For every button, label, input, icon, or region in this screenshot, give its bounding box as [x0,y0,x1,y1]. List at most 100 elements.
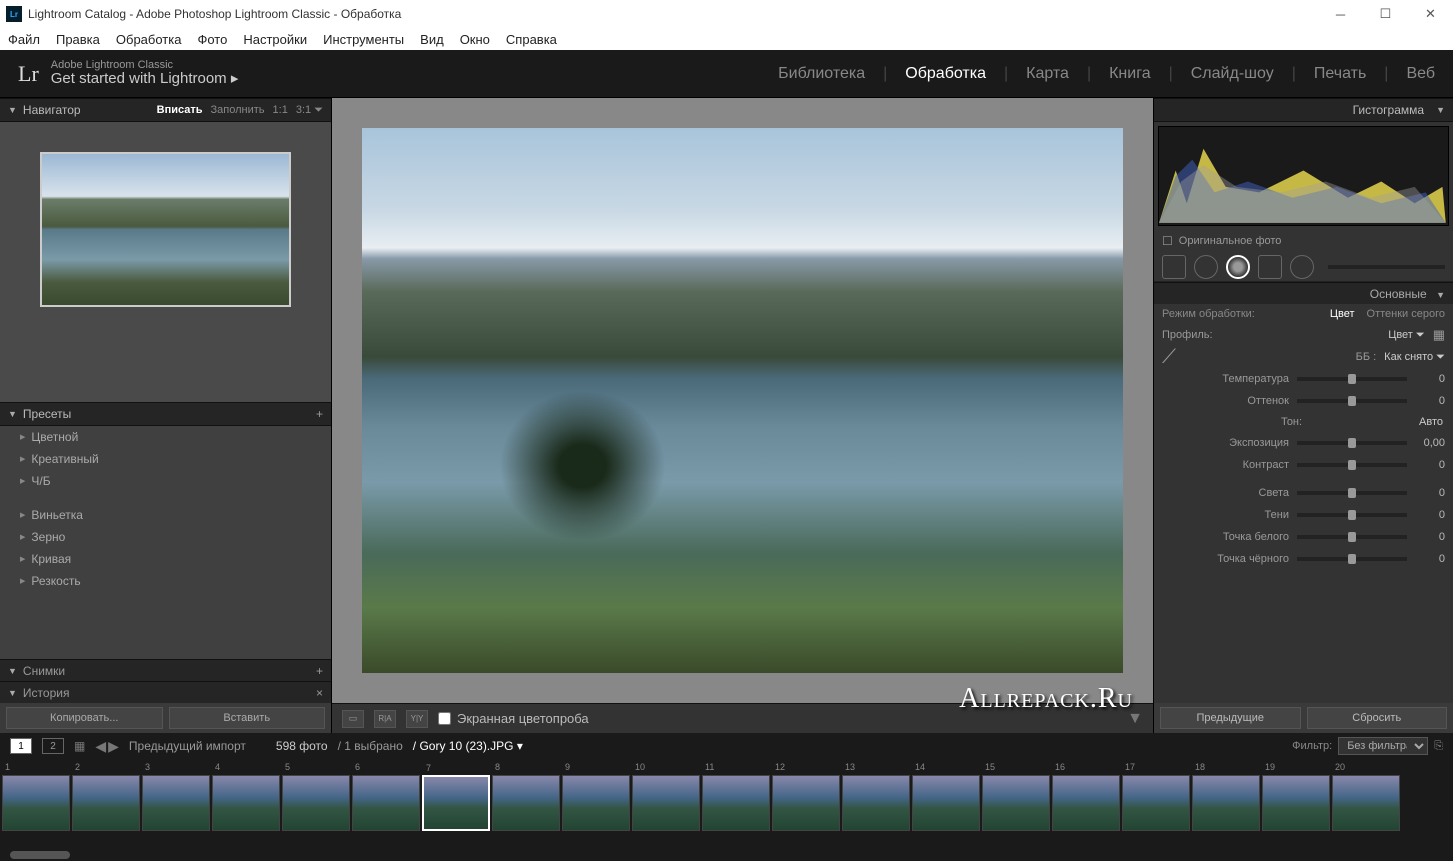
treatment-bw[interactable]: Оттенки серого [1367,308,1445,320]
thumbnail[interactable]: 16 [1052,775,1120,831]
main-image[interactable] [362,128,1123,673]
histogram-header[interactable]: Гистограмма ▼ [1154,98,1453,122]
module-Веб[interactable]: Веб [1406,65,1435,83]
thumbnail[interactable]: 2 [72,775,140,831]
nav-back-icon[interactable]: ◀ [95,738,106,755]
thumbnail[interactable]: 14 [912,775,980,831]
slider-track[interactable] [1297,535,1407,539]
slider-track[interactable] [1297,513,1407,517]
menu-Файл[interactable]: Файл [8,32,40,47]
slider-track[interactable] [1297,399,1407,403]
minimize-button[interactable]: ─ [1318,0,1363,28]
preset-Цветной[interactable]: Цветной [0,426,331,448]
profile-browser-icon[interactable]: ▦ [1433,327,1445,343]
thumbnail[interactable]: 12 [772,775,840,831]
menu-Окно[interactable]: Окно [460,32,490,47]
thumbnail[interactable]: 20 [1332,775,1400,831]
before-after-tb-button[interactable]: Y|Y [406,710,428,728]
thumbnail[interactable]: 17 [1122,775,1190,831]
navigator-preview[interactable] [0,122,331,402]
module-Слайд-шоу[interactable]: Слайд-шоу [1191,65,1274,83]
nav-one[interactable]: 1:1 [273,104,288,117]
paste-button[interactable]: Вставить [169,707,326,729]
thumbnail[interactable]: 7 [422,775,490,831]
crop-tool[interactable] [1162,255,1186,279]
preset-Резкость[interactable]: Резкость [0,570,331,592]
grad-tool[interactable] [1258,255,1282,279]
filmstrip[interactable]: 1234567891011121314151617181920 [0,759,1453,849]
reset-button[interactable]: Сбросить [1307,707,1448,729]
basic-panel-header[interactable]: Основные ▼ [1154,282,1453,304]
thumbnail[interactable]: 18 [1192,775,1260,831]
slider-track[interactable] [1297,441,1407,445]
close-button[interactable]: ✕ [1408,0,1453,28]
menu-Вид[interactable]: Вид [420,32,444,47]
previous-button[interactable]: Предыдущие [1160,707,1301,729]
thumbnail[interactable]: 10 [632,775,700,831]
nav-fwd-icon[interactable]: ▶ [108,738,119,755]
slider-track[interactable] [1297,491,1407,495]
menu-Настройки[interactable]: Настройки [243,32,307,47]
menu-Обработка[interactable]: Обработка [116,32,182,47]
spot-tool[interactable] [1194,255,1218,279]
current-filename[interactable]: / Gory 10 (23).JPG ▾ [413,739,523,753]
module-Библиотека[interactable]: Библиотека [778,65,865,83]
menu-Правка[interactable]: Правка [56,32,100,47]
slider-track[interactable] [1297,377,1407,381]
nav-three[interactable]: 3:1 ⏷ [296,104,323,117]
mask-slider[interactable] [1328,265,1445,269]
add-snapshot-icon[interactable]: + [316,664,323,678]
thumbnail[interactable]: 13 [842,775,910,831]
filter-select[interactable]: Без фильтра [1338,737,1428,755]
copy-button[interactable]: Копировать... [6,707,163,729]
thumbnail[interactable]: 3 [142,775,210,831]
thumbnail[interactable]: 8 [492,775,560,831]
add-preset-icon[interactable]: + [316,407,323,421]
module-Карта[interactable]: Карта [1026,65,1069,83]
presets-header[interactable]: ▼ Пресеты + [0,402,331,426]
radial-tool[interactable] [1290,255,1314,279]
source-label[interactable]: Предыдущий импорт [129,739,246,753]
profile-dropdown[interactable]: Цвет ⏷ [1388,329,1425,342]
redeye-tool[interactable] [1226,255,1250,279]
nav-fit[interactable]: Вписать [157,104,203,117]
thumbnail[interactable]: 19 [1262,775,1330,831]
auto-tone-button[interactable]: Авто [1419,416,1443,428]
preset-Ч/Б[interactable]: Ч/Б [0,470,331,492]
slider-track[interactable] [1297,557,1407,561]
grid-icon[interactable]: ▦ [74,739,85,753]
menu-Инструменты[interactable]: Инструменты [323,32,404,47]
primary-display-badge[interactable]: 1 [10,738,32,754]
wb-picker-icon[interactable]: ⟋ [1162,346,1176,369]
navigator-header[interactable]: ▼ Навигатор Вписать Заполнить 1:1 3:1 ⏷ [0,98,331,122]
brand-title[interactable]: Get started with Lightroom ▸ [51,71,239,88]
module-Печать[interactable]: Печать [1314,65,1366,83]
thumbnail[interactable]: 9 [562,775,630,831]
thumbnail[interactable]: 15 [982,775,1050,831]
original-photo-toggle[interactable]: Оригинальное фото [1154,230,1453,252]
thumbnail[interactable]: 4 [212,775,280,831]
clear-history-icon[interactable]: × [316,686,323,700]
thumbnail[interactable]: 5 [282,775,350,831]
preset-Креативный[interactable]: Креативный [0,448,331,470]
filter-lock-icon[interactable]: ⎘ [1434,740,1443,753]
slider-track[interactable] [1297,463,1407,467]
preset-Зерно[interactable]: Зерно [0,526,331,548]
soft-proof-checkbox[interactable] [438,712,451,725]
loupe-view-button[interactable]: ▭ [342,710,364,728]
filmstrip-scrollbar[interactable] [0,849,1453,861]
preset-Виньетка[interactable]: Виньетка [0,504,331,526]
module-Книга[interactable]: Книга [1109,65,1150,83]
wb-dropdown[interactable]: Как снято ⏷ [1384,351,1445,364]
history-header[interactable]: ▼ История × [0,681,331,703]
treatment-color[interactable]: Цвет [1330,308,1355,320]
secondary-display-badge[interactable]: 2 [42,738,64,754]
snapshots-header[interactable]: ▼ Снимки + [0,659,331,681]
nav-fill[interactable]: Заполнить [211,104,265,117]
before-after-lr-button[interactable]: R|A [374,710,396,728]
menu-Справка[interactable]: Справка [506,32,557,47]
thumbnail[interactable]: 11 [702,775,770,831]
module-Обработка[interactable]: Обработка [905,65,986,83]
menu-Фото[interactable]: Фото [197,32,227,47]
preset-Кривая[interactable]: Кривая [0,548,331,570]
